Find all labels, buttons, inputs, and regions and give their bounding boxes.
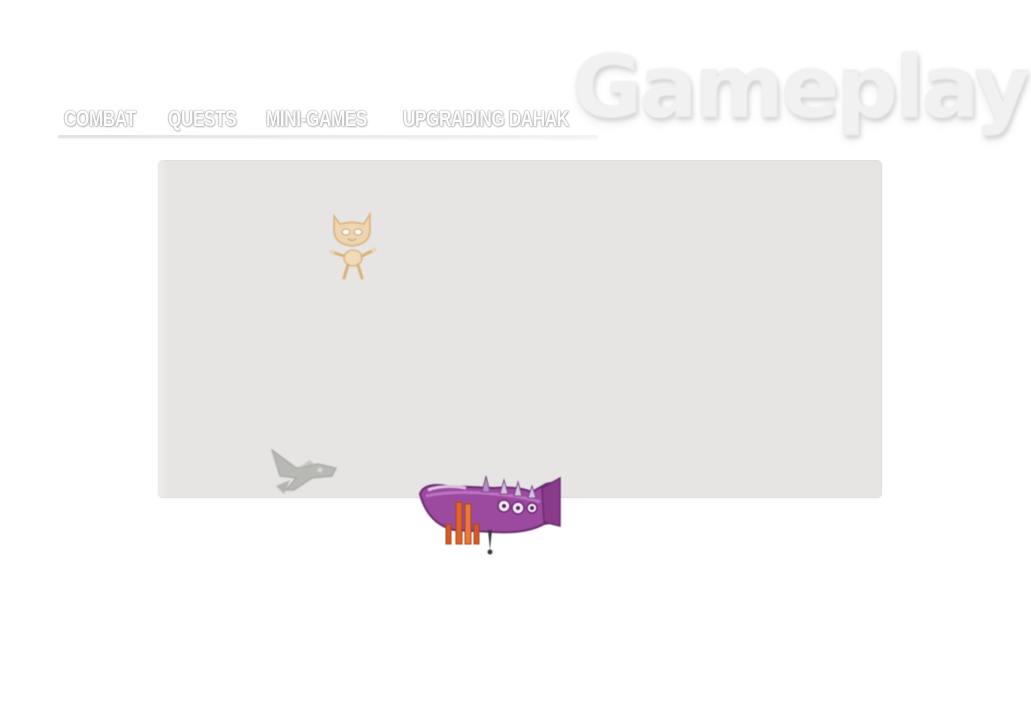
page-title: Gameplay <box>572 38 1030 138</box>
nav-combat[interactable]: COMBAT <box>64 106 136 132</box>
fighter-plane-icon <box>270 448 337 494</box>
gameplay-page: COMBAT QUESTS MINI-GAMES UPGRADING DAHAK… <box>0 0 1031 708</box>
nav-quests[interactable]: QUESTS <box>168 106 237 132</box>
nav-underline <box>58 135 598 138</box>
section-nav: COMBAT QUESTS MINI-GAMES UPGRADING DAHAK <box>58 104 618 144</box>
purple-airship-icon <box>418 475 561 555</box>
nav-upgrading-dahak[interactable]: UPGRADING DAHAK <box>403 106 569 132</box>
nav-mini-games[interactable]: MINI-GAMES <box>266 106 367 132</box>
cat-creature-icon <box>329 211 377 280</box>
